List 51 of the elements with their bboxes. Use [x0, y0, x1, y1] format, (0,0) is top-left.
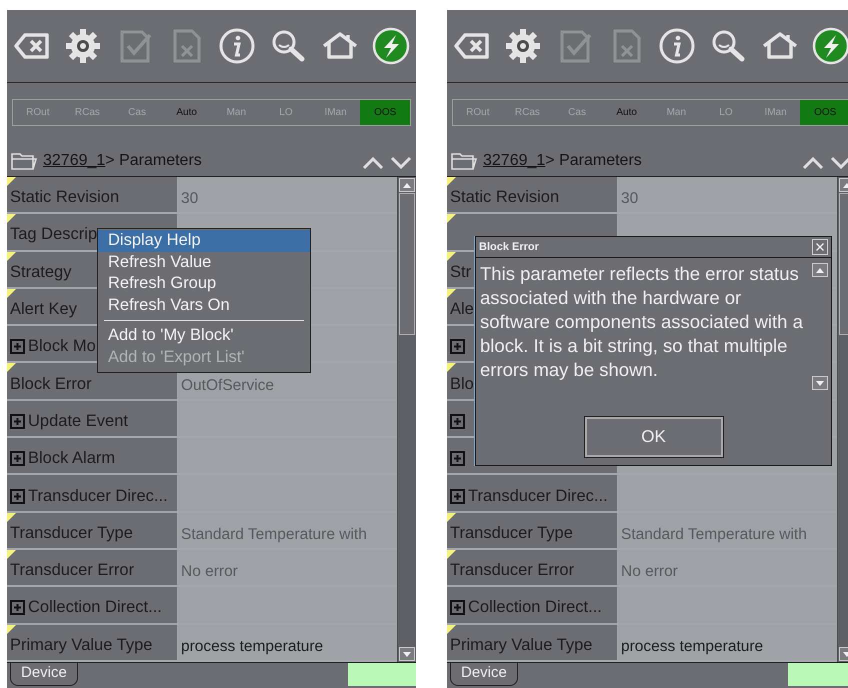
- parameter-label: Block Mo: [28, 337, 96, 356]
- parameter-label: Transducer Direc...: [468, 486, 608, 506]
- parameter-value: 30: [621, 190, 638, 208]
- parameter-label: Transducer Error: [10, 561, 134, 580]
- parameter-label: Transducer Type: [450, 524, 573, 543]
- mode-item: Auto: [175, 106, 198, 120]
- parameter-label: Block Alarm: [28, 449, 116, 468]
- parameter-label: Transducer Error: [450, 561, 574, 580]
- parameter-label: Static Revision: [10, 188, 120, 208]
- parameter-value: 30: [181, 190, 198, 208]
- parameter-label: Blo: [450, 374, 474, 394]
- mode-item: Man: [666, 106, 688, 120]
- parameter-label: Tag Descrip: [10, 225, 98, 244]
- parameter-label: Strategy: [10, 262, 72, 282]
- parameter-label: Alert Key: [10, 300, 77, 320]
- mode-item: RCas: [514, 106, 541, 120]
- parameter-value: process temperature: [621, 638, 764, 656]
- parameter-label: Collection Direct...: [468, 598, 602, 618]
- mode-item: IMan: [763, 106, 788, 120]
- parameter-label: Str: [450, 262, 472, 282]
- mode-item: OOS: [800, 100, 848, 125]
- mode-item: ROut: [465, 106, 490, 120]
- parameter-value: Standard Temperature with: [621, 526, 807, 544]
- mode-item: IMan: [323, 106, 348, 120]
- mode-item: RCas: [74, 106, 101, 120]
- mode-item: Auto: [615, 106, 638, 120]
- parameter-label: Primary Value Type: [10, 636, 152, 655]
- parameter-label: Collection Direct...: [28, 598, 162, 618]
- parameter-value: No error: [621, 563, 678, 582]
- mode-item: Man: [226, 106, 248, 120]
- help-text: This parameter reflects the error status associated with the hardware or software components associated with a block. It is a bit string, so that multiple errors may be shown.: [480, 262, 804, 382]
- parameter-label: Block Error: [10, 374, 92, 394]
- mode-item: Cas: [567, 106, 587, 120]
- mode-item: OOS: [360, 100, 410, 125]
- dialog-title: Block Error: [479, 241, 539, 253]
- parameter-label: Transducer Type: [10, 524, 133, 543]
- mode-item: LO: [278, 106, 294, 120]
- parameter-value: No error: [181, 563, 238, 582]
- mode-item: ROut: [25, 106, 50, 120]
- parameter-label: Primary Value Type: [450, 636, 592, 655]
- parameter-value: Standard Temperature with: [181, 526, 367, 544]
- parameter-label: Static Revision: [450, 188, 560, 208]
- breadcrumb: 32769_1> Parameters: [43, 152, 202, 170]
- breadcrumb: 32769_1> Parameters: [483, 152, 642, 170]
- parameter-label: Transducer Direc...: [28, 486, 168, 506]
- mode-item: Cas: [127, 106, 147, 120]
- parameter-value: OutOfService: [181, 376, 274, 395]
- parameter-label: Update Event: [28, 412, 128, 431]
- parameter-label: Ale: [450, 300, 474, 320]
- mode-item: LO: [718, 106, 734, 120]
- parameter-value: process temperature: [181, 638, 324, 656]
